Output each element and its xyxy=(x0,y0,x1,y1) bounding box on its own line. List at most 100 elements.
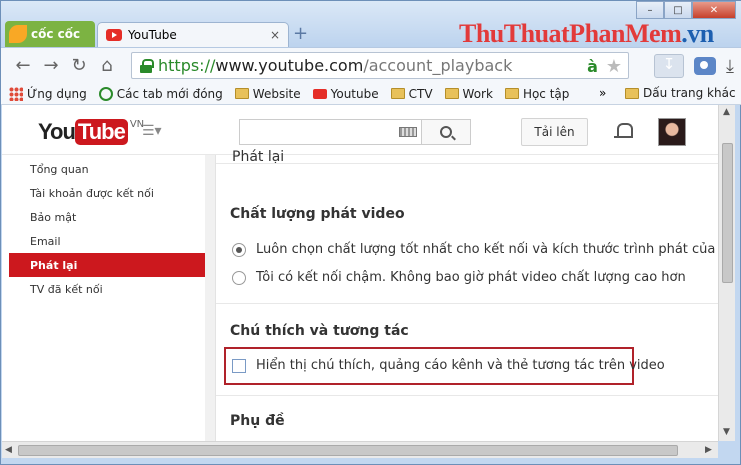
folder-icon xyxy=(234,88,249,99)
radio-button[interactable] xyxy=(232,270,246,285)
settings-sidebar: Tổng quan Tài khoản được kết nối Bảo mật… xyxy=(9,155,205,441)
sidebar-item-connected-accounts[interactable]: Tài khoản được kết nối xyxy=(9,181,205,205)
horizontal-scrollbar[interactable]: ◀ ▶ xyxy=(2,441,718,458)
scroll-up-icon[interactable]: ▲ xyxy=(723,107,730,117)
vertical-scroll-thumb[interactable] xyxy=(722,143,733,283)
bell-icon[interactable] xyxy=(614,121,633,141)
tab-youtube[interactable]: YouTube × xyxy=(97,22,289,47)
bookmark-ctv[interactable]: CTV xyxy=(390,86,433,101)
annotations-section-title: Chú thích và tương tác xyxy=(230,323,409,339)
bookmarks-overflow-button[interactable]: » xyxy=(599,86,606,100)
tab-title: YouTube xyxy=(128,28,177,42)
bookmark-label: Ứng dụng xyxy=(27,86,87,101)
bookmark-website[interactable]: Website xyxy=(234,87,301,101)
browser-toolbar: ← → ↻ ⌂ https://www.youtube.com/account_… xyxy=(1,47,741,83)
avatar[interactable] xyxy=(658,118,686,146)
subtitles-section-title: Phụ đề xyxy=(230,413,285,429)
annotations-checkbox[interactable] xyxy=(232,358,246,373)
tab-close-icon[interactable]: × xyxy=(270,28,280,42)
keyboard-icon[interactable] xyxy=(399,127,417,137)
sidebar-item-security[interactable]: Bảo mật xyxy=(9,205,205,229)
bookmark-label: Các tab mới đóng xyxy=(116,86,223,101)
quality-option-slow[interactable]: Tôi có kết nối chậm. Không bao giờ phát … xyxy=(232,270,686,285)
sidebar-list: Tổng quan Tài khoản được kết nối Bảo mật… xyxy=(9,155,205,301)
youtube-favicon-icon xyxy=(106,29,122,41)
upload-button[interactable]: Tải lên xyxy=(521,118,588,146)
minimize-button[interactable]: – xyxy=(636,1,664,19)
address-bar[interactable]: https://www.youtube.com/account_playback… xyxy=(131,52,629,79)
watermark: ThuThuatPhanMem.vn xyxy=(459,19,714,49)
guide-menu-icon[interactable]: ☰▾ xyxy=(142,123,162,139)
coccoc-logo-icon xyxy=(9,25,27,43)
bookmark-youtube[interactable]: Youtube xyxy=(312,86,379,101)
annotations-option[interactable]: Hiển thị chú thích, quảng cáo kênh và th… xyxy=(232,358,665,373)
radio-button-checked[interactable] xyxy=(232,242,246,257)
bookmark-label: Học tập xyxy=(522,86,570,101)
sidebar-item-connected-tv[interactable]: TV đã kết nối xyxy=(9,277,205,301)
scroll-left-icon[interactable]: ◀ xyxy=(5,445,12,455)
browser-window: cốc cốc YouTube × + ThuThuatPhanMem.vn –… xyxy=(0,0,741,465)
download-icon[interactable]: ⤓ xyxy=(726,56,734,77)
logo-tube: Tube xyxy=(74,119,128,145)
url-path: /account_playback xyxy=(363,56,513,75)
bookmark-label: CTV xyxy=(408,86,433,101)
divider xyxy=(216,303,718,304)
search-button[interactable] xyxy=(421,119,471,145)
quality-option-label: Tôi có kết nối chậm. Không bao giờ phát … xyxy=(256,270,686,285)
search-icon xyxy=(440,126,452,138)
sidebar-item-playback[interactable]: Phát lại xyxy=(9,253,205,277)
lock-icon xyxy=(140,58,154,73)
annotations-checkbox-label: Hiển thị chú thích, quảng cáo kênh và th… xyxy=(256,358,665,373)
logo-you: You xyxy=(38,119,76,144)
back-arrow-icon[interactable]: ← xyxy=(9,55,37,76)
watermark-suffix: .vn xyxy=(681,19,714,48)
sidebar-item-overview[interactable]: Tổng quan xyxy=(9,157,205,181)
sidebar-item-email[interactable]: Email xyxy=(9,229,205,253)
maximize-button[interactable]: □ xyxy=(664,1,692,19)
youtube-logo[interactable]: You Tube VN xyxy=(38,119,144,145)
translate-icon[interactable]: à xyxy=(587,57,598,76)
browser-brand[interactable]: cốc cốc xyxy=(5,21,95,47)
folder-icon xyxy=(390,88,405,99)
address-bar-actions: à ★ xyxy=(587,56,622,77)
url-scheme: https:// xyxy=(158,56,216,75)
vertical-scrollbar[interactable]: ▲ ▼ xyxy=(718,105,735,441)
apps-icon xyxy=(9,86,23,101)
close-window-button[interactable]: ✕ xyxy=(692,1,736,19)
scroll-right-icon[interactable]: ▶ xyxy=(705,445,712,455)
window-controls: – □ ✕ xyxy=(636,1,736,19)
horizontal-scroll-thumb[interactable] xyxy=(18,445,678,456)
quality-option-best[interactable]: Luôn chọn chất lượng tốt nhất cho kết nố… xyxy=(232,242,718,257)
watermark-text: ThuThuatPhanMem xyxy=(459,19,682,48)
search-input[interactable] xyxy=(239,119,422,145)
star-icon[interactable]: ★ xyxy=(606,56,622,77)
page-viewport: You Tube VN ☰▾ Tải lên Tổng quan Tài kho… xyxy=(2,105,718,441)
camera-icon[interactable] xyxy=(694,57,717,75)
quality-section-title: Chất lượng phát video xyxy=(230,206,405,222)
youtube-header: You Tube VN ☰▾ Tải lên xyxy=(2,105,718,155)
scroll-down-icon[interactable]: ▼ xyxy=(723,427,730,437)
quality-option-label: Luôn chọn chất lượng tốt nhất cho kết nố… xyxy=(256,242,718,257)
forward-arrow-icon[interactable]: → xyxy=(37,55,65,76)
home-icon[interactable]: ⌂ xyxy=(93,55,121,76)
new-tab-button[interactable]: + xyxy=(293,23,308,44)
brand-label: cốc cốc xyxy=(31,27,81,41)
bookmark-apps[interactable]: Ứng dụng xyxy=(9,86,87,101)
bookmark-label: Work xyxy=(462,86,493,101)
reload-icon[interactable]: ↻ xyxy=(65,55,93,76)
bookmark-work[interactable]: Work xyxy=(444,86,493,101)
bookmark-label: Youtube xyxy=(330,86,379,101)
tab-strip: cốc cốc YouTube × + ThuThuatPhanMem.vn –… xyxy=(1,1,741,49)
save-video-icon[interactable]: ↧ xyxy=(654,54,685,78)
url-host: www.youtube.com xyxy=(215,56,364,75)
playback-settings-panel: Phát lại Chất lượng phát video Luôn chọn… xyxy=(215,149,718,441)
bookmark-label: Dấu trang khác xyxy=(643,86,736,100)
bookmark-other[interactable]: Dấu trang khác xyxy=(625,86,736,100)
folder-icon xyxy=(444,88,459,99)
youtube-icon xyxy=(312,88,327,99)
bookmark-recent-tabs[interactable]: Các tab mới đóng xyxy=(98,86,223,101)
clock-icon xyxy=(98,86,113,101)
bookmark-hoc-tap[interactable]: Học tập xyxy=(504,86,570,101)
divider xyxy=(216,163,718,164)
toolbar-extensions: ↧ ⤓ xyxy=(654,54,734,78)
